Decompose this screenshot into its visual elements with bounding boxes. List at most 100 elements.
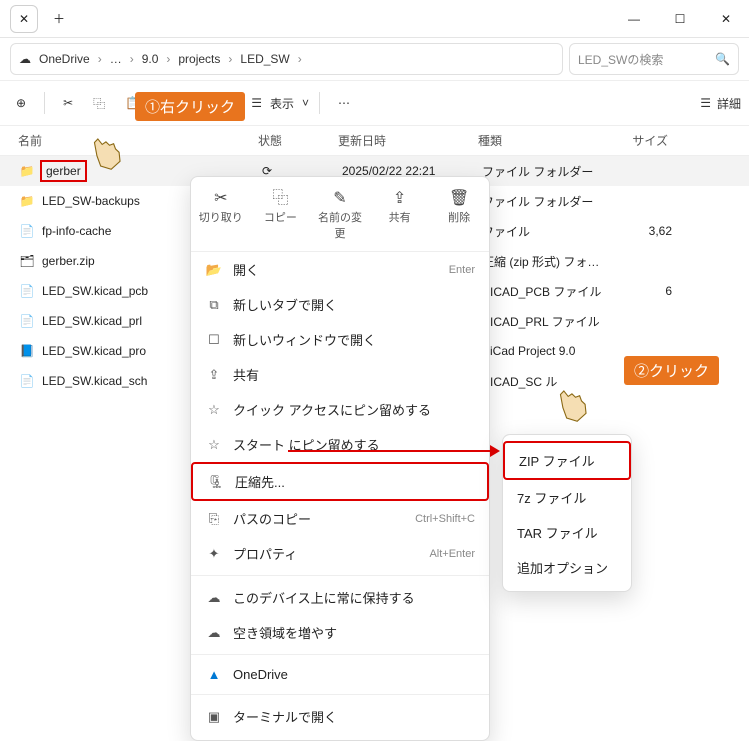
file-type: ファイル [482,223,612,240]
details-button[interactable]: 詳細 [717,95,741,112]
menu-icon: ☁ [205,590,223,606]
view-label[interactable]: 表示 [266,95,298,112]
ctx-delete[interactable]: 🗑削除 [433,189,485,241]
chevron-right-icon: › [228,52,232,66]
search-icon: 🔍 [715,52,730,66]
trash-icon: 🗑 [433,189,485,209]
copy-icon[interactable]: ⿻ [85,89,113,118]
file-size: 6 [612,284,672,298]
menu-label: パスのコピー [233,509,311,528]
ctx-[interactable]: ⧉ 新しいタブで開く [191,287,489,322]
chevron-right-icon: › [166,52,170,66]
callout-click: ②クリック [624,356,719,385]
file-icon: 📄 [18,222,36,240]
minimize-button[interactable]: — [611,3,657,35]
menu-icon: ⎘ [205,511,223,527]
file-type: KICAD_PRL ファイル [482,313,612,330]
column-state[interactable]: 状態 [258,132,338,149]
ctx-onedrive[interactable]: ▲ OneDrive [191,659,489,690]
close-button[interactable]: ✕ [703,3,749,35]
menu-label: 新しいタブで開く [233,295,337,314]
compress-submenu: ZIP ファイル7z ファイルTAR ファイル追加オプション [502,434,632,592]
menu-label: 新しいウィンドウで開く [233,330,376,349]
menu-icon: 📂 [205,262,223,278]
new-tab-button[interactable]: ＋ [44,4,74,34]
zip-icon: 🗂 [18,252,36,270]
file-type: KICAD_PCB ファイル [482,283,612,300]
folder-icon: 📁 [18,192,36,210]
shortcut: Enter [449,264,475,276]
chevron-right-icon: › [130,52,134,66]
ctx-[interactable]: 🗜 圧縮先... [191,462,489,501]
tab-close-icon[interactable]: ✕ [10,5,38,33]
rename-icon: ✎ [314,189,366,209]
sub-[interactable]: 追加オプション [503,550,631,585]
crumb-2[interactable]: projects [178,52,220,66]
menu-icon: ☆ [205,437,223,453]
chevron-right-icon: › [98,52,102,66]
menu-icon: ⧉ [205,297,223,313]
annotation-arrow [288,450,498,452]
chevron-down-icon: ˅ [302,96,309,110]
callout-right-click: ①右クリック [135,92,245,121]
cut-icon[interactable]: ✂ [55,90,81,116]
ctx-[interactable]: ✦ プロパティ Alt+Enter [191,536,489,571]
search-input[interactable]: LED_SWの検索 🔍 [569,43,739,75]
sub-zip[interactable]: ZIP ファイル [503,441,631,480]
menu-icon: ☁ [205,625,223,641]
cloud-icon: ☁ [19,52,31,66]
menu-icon: ✦ [205,546,223,562]
context-menu: ✂切り取り ⿻コピー ✎名前の変更 ⇪共有 🗑削除 📂 開く Enter⧉ 新し… [190,176,490,741]
file-icon: 📄 [18,312,36,330]
ctx-[interactable]: ☁ このデバイス上に常に保持する [191,580,489,615]
file-type: KiCad Project 9.0 [482,344,612,358]
crumb-1[interactable]: 9.0 [142,52,159,66]
column-size[interactable]: サイズ [608,132,668,149]
menu-icon: ▣ [205,709,223,725]
file-type: 圧縮 (zip 形式) フォ… [482,253,612,270]
ctx-[interactable]: ☐ 新しいウィンドウで開く [191,322,489,357]
ctx-[interactable]: ☁ 空き領域を増やす [191,615,489,650]
view-icon: ☰ [251,96,262,110]
column-date[interactable]: 更新日時 [338,132,478,149]
column-name[interactable]: 名前 [18,132,258,149]
crumb-root[interactable]: OneDrive [39,52,90,66]
ctx-[interactable]: 📂 開く Enter [191,252,489,287]
file-size: 3,62 [612,224,672,238]
ctx-[interactable]: ☆ スタート にピン留めする [191,427,489,462]
file-type: ファイル フォルダー [482,163,612,180]
file-icon: 📄 [18,372,36,390]
breadcrumb[interactable]: ☁ OneDrive › … › 9.0 › projects › LED_SW… [10,43,563,75]
copy-icon: ⿻ [254,189,306,209]
maximize-button[interactable]: ☐ [657,3,703,35]
sub-tar[interactable]: TAR ファイル [503,515,631,550]
sub-7z[interactable]: 7z ファイル [503,480,631,515]
menu-label: クイック アクセスにピン留めする [233,400,431,419]
ctx-[interactable]: ☆ クイック アクセスにピン留めする [191,392,489,427]
file-type: KICAD_SC ル [482,373,612,390]
search-placeholder: LED_SWの検索 [578,51,663,68]
ctx-cut[interactable]: ✂切り取り [195,189,247,241]
ctx-[interactable]: ⇪ 共有 [191,357,489,392]
ctx-[interactable]: ▣ ターミナルで開く [191,699,489,734]
column-type[interactable]: 種類 [478,132,608,149]
menu-label: ターミナルで開く [233,707,337,726]
more-button[interactable]: ⋯ [330,90,358,116]
menu-label: 開く [233,260,259,279]
crumb-dots[interactable]: … [110,52,122,66]
folder-icon: 📁 [18,162,36,180]
details-icon: ☰ [700,96,711,110]
new-button[interactable]: ⊕ [8,90,34,116]
menu-icon: ☐ [205,332,223,348]
ctx-rename[interactable]: ✎名前の変更 [314,189,366,241]
menu-label: プロパティ [233,544,297,563]
file-type: ファイル フォルダー [482,193,612,210]
menu-icon: ⇪ [205,367,223,383]
ctx-share[interactable]: ⇪共有 [374,189,426,241]
crumb-3[interactable]: LED_SW [240,52,289,66]
ctx-copy[interactable]: ⿻コピー [254,189,306,241]
menu-label: 共有 [233,365,259,384]
kpro-icon: 📘 [18,342,36,360]
file-icon: 📄 [18,282,36,300]
ctx-[interactable]: ⎘ パスのコピー Ctrl+Shift+C [191,501,489,536]
